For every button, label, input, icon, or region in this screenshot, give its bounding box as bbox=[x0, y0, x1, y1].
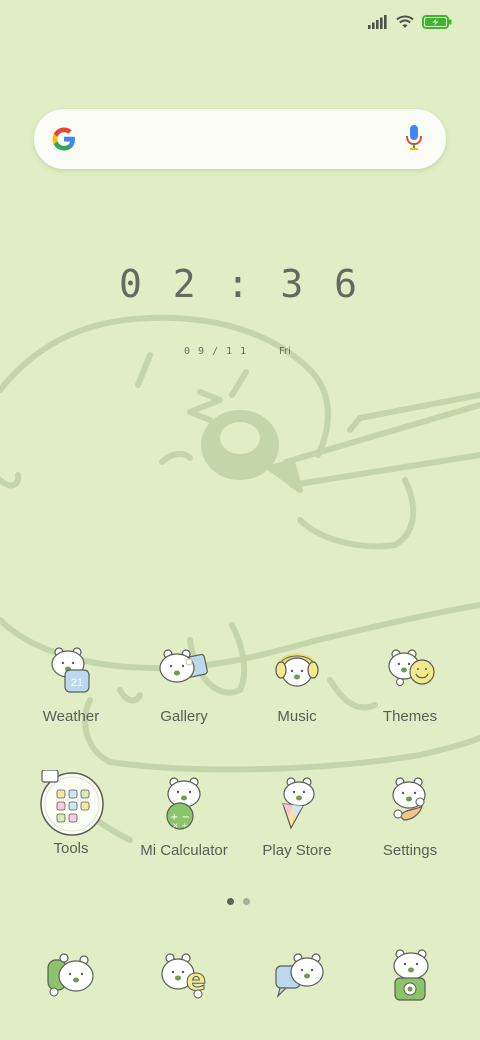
status-bar bbox=[368, 10, 452, 34]
microphone-icon[interactable] bbox=[404, 123, 424, 153]
signal-bars-icon bbox=[368, 15, 387, 29]
app-tools[interactable]: Tools bbox=[15, 769, 127, 857]
app-label: Tools bbox=[53, 840, 89, 857]
phone-bear-icon[interactable] bbox=[42, 948, 102, 1004]
messages-bear-icon[interactable] bbox=[270, 948, 330, 1004]
calculator-bear-icon: + − × ÷ bbox=[166, 777, 201, 830]
svg-text:× ÷: × ÷ bbox=[172, 821, 188, 830]
weather-bear-icon: 21 bbox=[51, 647, 90, 693]
settings-bear-icon bbox=[392, 777, 426, 821]
app-label: Gallery bbox=[160, 708, 208, 725]
app-label: Weather bbox=[42, 708, 100, 725]
app-label: Themes bbox=[382, 708, 438, 725]
battery-charging-icon bbox=[422, 15, 452, 29]
app-weather[interactable]: 21 Weather bbox=[15, 642, 127, 725]
app-label: Play Store bbox=[262, 842, 332, 859]
app-play-store[interactable]: Play Store bbox=[241, 776, 353, 859]
page-dot-2[interactable] bbox=[243, 898, 250, 905]
google-g-icon bbox=[52, 127, 75, 151]
clock-day: Fri bbox=[279, 346, 291, 357]
app-label: Music bbox=[277, 708, 317, 725]
app-settings[interactable]: Settings bbox=[354, 776, 466, 859]
page-dot-1[interactable] bbox=[227, 898, 234, 905]
app-gallery[interactable]: Gallery bbox=[128, 642, 240, 725]
weather-badge: 21 bbox=[71, 677, 83, 689]
page-indicator[interactable] bbox=[227, 898, 250, 905]
app-mi-calculator[interactable]: + − × ÷ Mi Calculator bbox=[128, 776, 240, 859]
google-search-bar[interactable] bbox=[34, 109, 446, 169]
app-music[interactable]: Music bbox=[241, 642, 353, 725]
wifi-icon bbox=[396, 15, 414, 28]
browser-bear-icon[interactable]: e bbox=[156, 948, 216, 1004]
gallery-bear-icon bbox=[159, 649, 208, 683]
app-label: Settings bbox=[382, 842, 438, 859]
camera-bear-icon[interactable] bbox=[382, 948, 442, 1004]
clock-time[interactable]: 0 2 : 3 6 bbox=[0, 262, 480, 306]
clock-date: 0 9 / 1 1 bbox=[184, 346, 248, 357]
app-label: Mi Calculator bbox=[140, 842, 228, 859]
play-store-bear-icon bbox=[282, 777, 315, 830]
themes-bear-icon bbox=[388, 649, 435, 686]
tools-folder-icon bbox=[40, 769, 104, 836]
music-bear-icon bbox=[275, 653, 319, 687]
app-themes[interactable]: Themes bbox=[354, 642, 466, 725]
